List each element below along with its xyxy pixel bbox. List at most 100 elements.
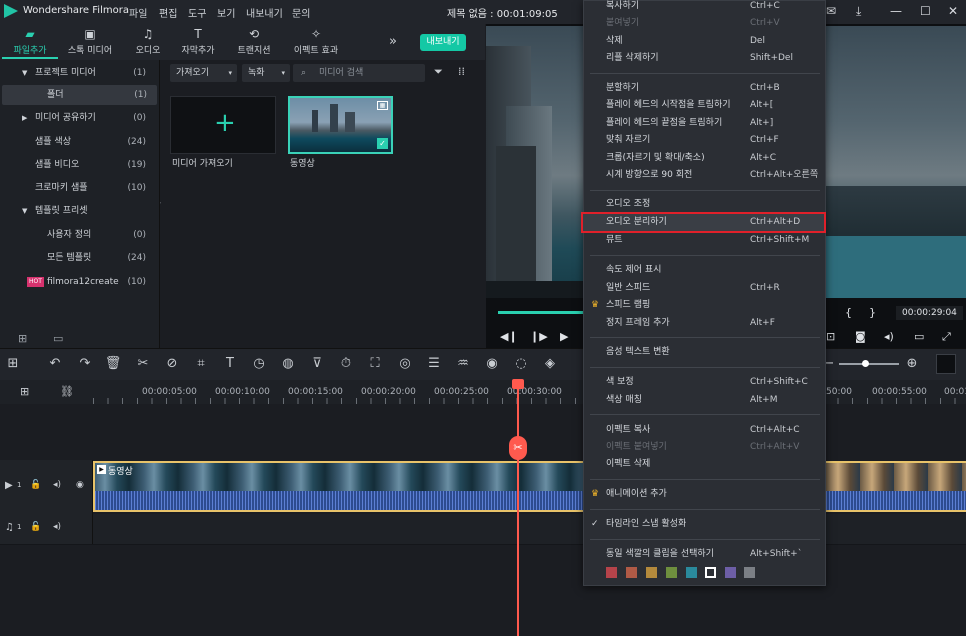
- menu-paste-effects[interactable]: 이펙트 붙여넣기 Ctrl+Alt+V: [583, 439, 826, 456]
- maximize-icon[interactable]: ☐: [920, 4, 931, 18]
- tab-stock-media[interactable]: ▣ 스톡 미디어: [62, 27, 118, 56]
- scissors-icon[interactable]: ✂: [509, 436, 527, 460]
- media-search-input[interactable]: ⌕ 미디어 검색: [293, 64, 425, 82]
- mark-in-button[interactable]: {: [845, 306, 852, 319]
- tab-transitions[interactable]: ⟲ 트랜지션: [226, 27, 282, 56]
- close-icon[interactable]: ✕: [948, 4, 958, 18]
- menu-rotate[interactable]: 시계 방향으로 90 회전 Ctrl+Alt+오른쪽: [583, 167, 826, 184]
- motion-icon[interactable]: ◉: [483, 356, 501, 371]
- color-swatch-green[interactable]: [666, 567, 677, 578]
- playhead-handle[interactable]: [512, 379, 524, 389]
- add-track-icon[interactable]: ⊞: [20, 385, 29, 398]
- menu-copy-effects[interactable]: 이펙트 복사 Ctrl+Alt+C: [583, 422, 826, 439]
- adjust-icon[interactable]: ☰: [425, 356, 443, 371]
- tree-sample-videos[interactable]: 샘플 비디오 (19): [0, 155, 158, 175]
- menu-select-same-color[interactable]: 동일 색깔의 클립을 선택하기 Alt+Shift+`: [583, 546, 826, 563]
- tree-template-presets[interactable]: ▼ 템플릿 프리셋: [0, 201, 158, 221]
- mark-out-button[interactable]: }: [869, 306, 876, 319]
- keyframe-icon[interactable]: ◈: [541, 356, 559, 371]
- menu-freeze-frame[interactable]: 정지 프레임 추가 Alt+F: [583, 315, 826, 332]
- menu-split[interactable]: 분할하기 Ctrl+B: [583, 80, 826, 97]
- lock-icon[interactable]: 🔓: [30, 480, 41, 490]
- menu-trim-start[interactable]: 플레이 헤드의 시작점을 트림하기 Alt+[: [583, 97, 826, 114]
- cut-icon[interactable]: ✂: [134, 356, 152, 371]
- tree-all-templates[interactable]: 모든 템플릿 (24): [0, 248, 158, 268]
- next-frame-icon[interactable]: ❙▶: [530, 330, 548, 343]
- menu-add-animation[interactable]: ♛ 애니메이션 추가: [583, 486, 826, 503]
- menu-mute[interactable]: 뮤트 Ctrl+Shift+M: [583, 232, 826, 249]
- menu-paste[interactable]: 붙여넣기 Ctrl+V: [583, 15, 826, 32]
- volume-icon[interactable]: ◂): [884, 330, 894, 343]
- display-icon[interactable]: ▭: [914, 330, 924, 343]
- fullframe-icon[interactable]: ⛶: [366, 356, 384, 371]
- menu-edit[interactable]: 편집: [159, 5, 177, 20]
- color-swatch-gray[interactable]: [744, 567, 755, 578]
- tab-import[interactable]: ▰ 파일추가: [2, 27, 58, 59]
- grid-view-icon[interactable]: ⁞⁞: [458, 65, 465, 78]
- new-folder-icon[interactable]: ⊞: [18, 332, 27, 345]
- prev-frame-icon[interactable]: ◀❙: [500, 330, 518, 343]
- ai-icon[interactable]: ◌: [512, 356, 530, 371]
- detach-icon[interactable]: ⊘: [163, 356, 181, 371]
- speaker-icon[interactable]: ◂): [53, 522, 61, 532]
- export-button[interactable]: 내보내기: [420, 34, 466, 51]
- audio-track-lane[interactable]: [93, 514, 966, 544]
- text-add-icon[interactable]: T: [221, 356, 239, 371]
- menu-color-correction[interactable]: 색 보정 Ctrl+Shift+C: [583, 374, 826, 391]
- menu-view[interactable]: 보기: [217, 5, 235, 20]
- redo-icon[interactable]: ↷: [76, 356, 94, 371]
- import-dropdown[interactable]: 가져오기 ▾: [170, 64, 237, 82]
- tree-project-media[interactable]: ▼ 프로젝트 미디어 (1): [0, 63, 158, 83]
- import-media-tile[interactable]: +: [170, 96, 276, 154]
- menu-crop-zoom[interactable]: 크롭(자르기 및 확대/축소) Alt+C: [583, 150, 826, 167]
- menu-copy[interactable]: 복사하기 Ctrl+C: [583, 0, 826, 15]
- color-swatch-red[interactable]: [606, 567, 617, 578]
- menu-timeline-snap[interactable]: ✓ 타임라인 스냅 활성화: [583, 516, 826, 533]
- video-thumbnail[interactable]: ▦ ✓: [288, 96, 393, 154]
- menu-speed-ramping[interactable]: ♛ 스피드 램핑: [583, 297, 826, 314]
- tab-audio[interactable]: ♫ 오디오: [120, 27, 176, 56]
- menu-export[interactable]: 내보내기: [246, 5, 283, 20]
- download-icon[interactable]: ⤓: [856, 4, 861, 19]
- menu-speed-control[interactable]: 속도 제어 표시: [583, 262, 826, 279]
- tab-titles[interactable]: T 자막추가: [170, 27, 226, 56]
- more-tabs-button[interactable]: »: [389, 34, 397, 49]
- zoom-slider[interactable]: [839, 363, 899, 365]
- tree-shared-media[interactable]: ▶ 미디어 공유하기 (0): [0, 108, 158, 128]
- timer-icon[interactable]: ⏱: [337, 356, 355, 371]
- color-swatch-orange[interactable]: [626, 567, 637, 578]
- stabilize-icon[interactable]: ⊽: [308, 356, 326, 371]
- fullscreen-icon[interactable]: ⤢: [942, 330, 951, 344]
- menu-help[interactable]: 문의: [292, 5, 310, 20]
- speaker-icon[interactable]: ◂): [53, 480, 61, 490]
- layout-icon[interactable]: ⊞: [4, 356, 22, 371]
- menu-ripple-delete[interactable]: 리플 삭제하기 Shift+Del: [583, 50, 826, 67]
- folder-outline-icon[interactable]: ▭: [53, 332, 63, 345]
- tab-effects[interactable]: ✧ 이펙트 효과: [288, 27, 344, 56]
- eye-icon[interactable]: ◉: [76, 480, 84, 490]
- zoom-slider-thumb[interactable]: [862, 360, 869, 367]
- menu-color-match[interactable]: 색상 매칭 Alt+M: [583, 392, 826, 409]
- menu-delete[interactable]: 삭제 Del: [583, 33, 826, 50]
- menu-file[interactable]: 파일: [129, 5, 147, 20]
- track-height-icon[interactable]: [936, 354, 956, 374]
- minimize-icon[interactable]: —: [890, 4, 902, 18]
- crop-icon[interactable]: ⌗: [192, 356, 210, 371]
- undo-icon[interactable]: ↶: [46, 356, 64, 371]
- tree-folder[interactable]: 폴더 (1): [2, 85, 157, 105]
- menu-fit-crop[interactable]: 맞춰 자르기 Ctrl+F: [583, 132, 826, 149]
- tree-sample-colors[interactable]: 샘플 색상 (24): [0, 132, 158, 152]
- filter-icon[interactable]: ⏷: [434, 65, 443, 79]
- menu-audio-adjust[interactable]: 오디오 조정: [583, 196, 826, 213]
- mask-icon[interactable]: ◎: [396, 356, 414, 371]
- menu-normal-speed[interactable]: 일반 스피드 Ctrl+R: [583, 280, 826, 297]
- playhead-line[interactable]: [517, 380, 519, 636]
- zoom-in-icon[interactable]: ⊕: [903, 356, 921, 371]
- lock-icon[interactable]: 🔓: [30, 522, 41, 532]
- tree-chroma-key[interactable]: 크로마키 샘플 (10): [0, 178, 158, 198]
- delete-icon[interactable]: 🗑: [104, 356, 122, 371]
- record-dropdown[interactable]: 녹화 ▾: [242, 64, 290, 82]
- snapshot-icon[interactable]: ◙: [855, 330, 866, 343]
- speed-icon[interactable]: ◷: [250, 356, 268, 371]
- play-icon[interactable]: ▶: [560, 330, 568, 343]
